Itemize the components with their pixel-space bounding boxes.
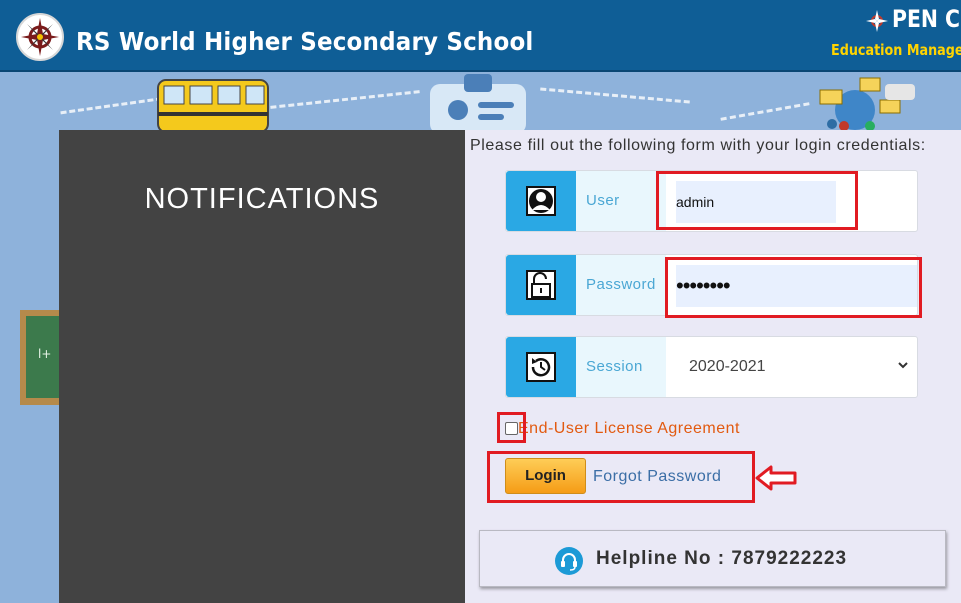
password-label: Password [576,255,666,315]
notifications-panel: NOTIFICATIONS [59,130,465,603]
decorative-dashed-line [720,102,810,121]
school-logo [16,13,64,61]
login-instructions: Please fill out the following form with … [470,137,926,154]
chalkboard-icon: l+ [20,310,60,405]
chevron-down-icon[interactable] [897,359,909,371]
decorative-dashed-line [270,90,420,109]
highlight-user-input [656,171,858,230]
user-label: User [576,171,666,231]
school-name: RS World Higher Secondary School [76,27,534,56]
compass-brand-icon [866,10,888,32]
decorative-dashed-line [540,87,690,104]
helpline-box: Helpline No : 7879222223 [479,530,946,587]
helpline-text: Helpline No : 7879222223 [596,548,848,569]
headset-icon [555,547,583,575]
brand-name: PEN CO [892,5,961,33]
site-header: RS World Higher Secondary School PEN CO … [0,0,961,72]
email-globe-icon [819,77,915,130]
highlight-eula-checkbox [497,412,526,443]
session-icon-box [506,337,576,397]
session-select-value[interactable]: 2020-2021 [689,337,766,397]
user-icon-box [506,171,576,231]
notifications-title: NOTIFICATIONS [144,183,380,215]
highlight-password-input [665,257,922,318]
history-clock-icon [526,352,556,382]
left-arrow-icon [755,465,797,491]
compass-logo-icon [21,18,59,56]
session-label: Session [576,337,666,397]
session-field-row[interactable]: Session 2020-2021 [505,336,918,398]
unlock-icon [526,270,556,300]
school-bus-icon [157,79,269,132]
brand-tagline: Education Management [831,41,961,59]
user-icon [526,186,556,216]
id-card-icon [430,74,526,130]
password-icon-box [506,255,576,315]
eula-label[interactable]: End-User License Agreement [518,420,740,438]
highlight-login-area [487,451,755,503]
svg-text:l+: l+ [38,347,51,361]
